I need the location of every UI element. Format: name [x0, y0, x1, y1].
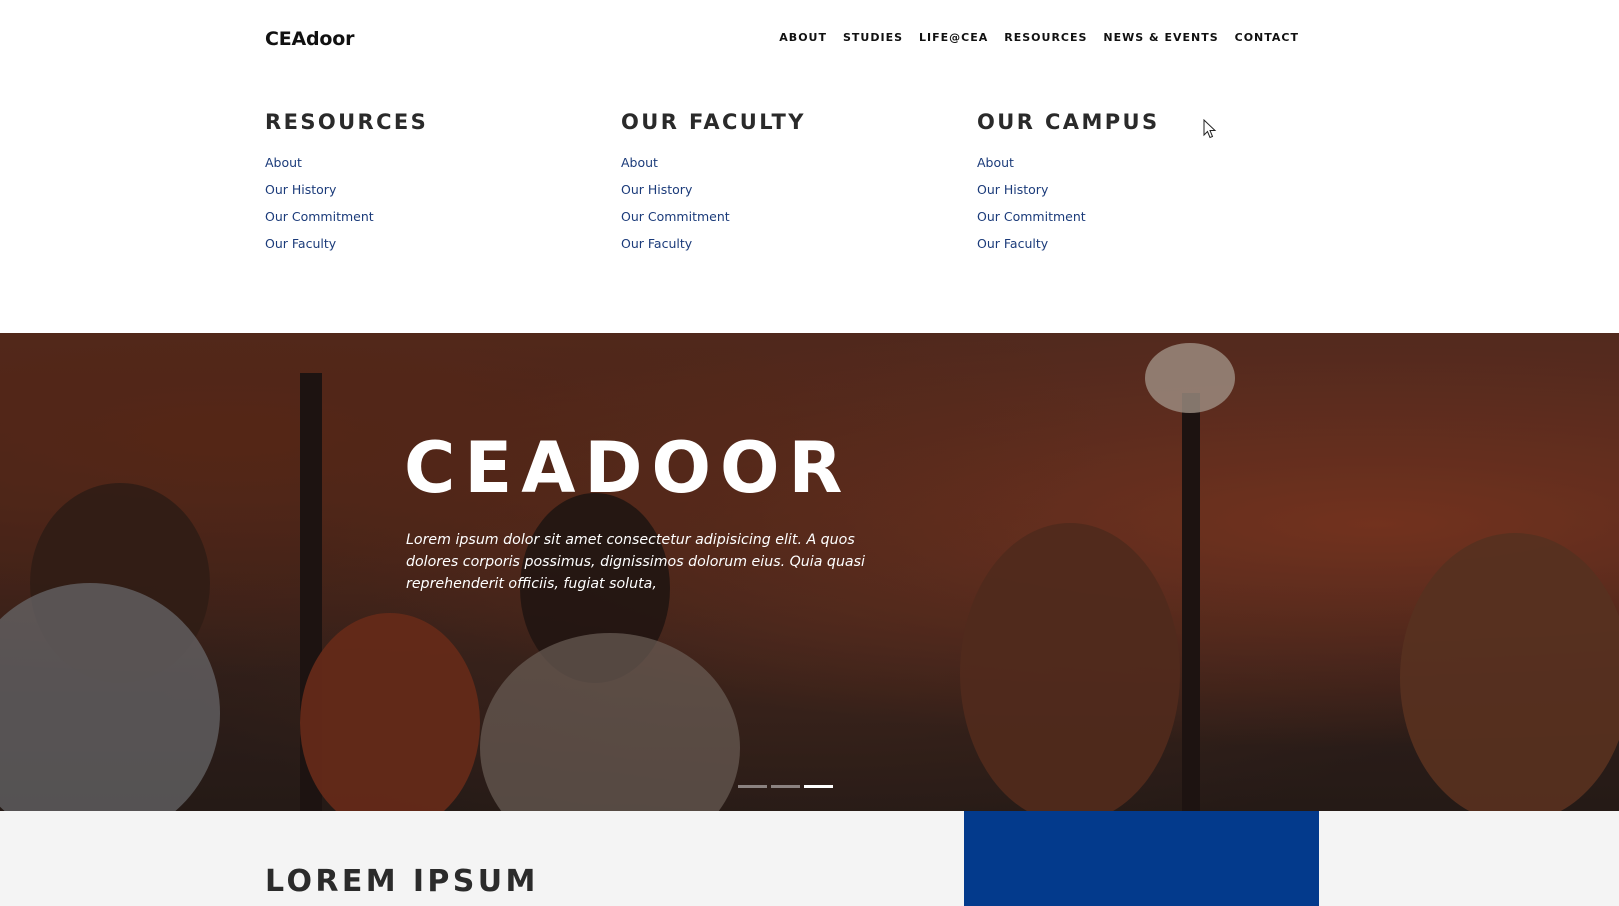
nav-resources[interactable]: RESOURCES [1004, 31, 1087, 44]
mega-link-our-faculty[interactable]: Our Faculty [265, 236, 336, 251]
mega-link-our-history[interactable]: Our History [621, 182, 692, 197]
mega-column-title: OUR CAMPUS [977, 110, 1160, 134]
mega-link-list: About Our History Our Commitment Our Fac… [977, 154, 1297, 253]
mega-link-our-faculty[interactable]: Our Faculty [621, 236, 692, 251]
blue-feature-panel [964, 811, 1319, 906]
slider-dot-2[interactable] [771, 785, 800, 788]
mega-link-list: About Our History Our Commitment Our Fac… [265, 154, 585, 253]
mega-link-our-history[interactable]: Our History [265, 182, 336, 197]
nav-news-events[interactable]: NEWS & EVENTS [1103, 31, 1218, 44]
mega-link-our-history[interactable]: Our History [977, 182, 1048, 197]
slider-pagination [738, 785, 833, 788]
intro-section: LOREM IPSUM [0, 811, 1619, 906]
mega-column-title: RESOURCES [265, 110, 429, 134]
nav-studies[interactable]: STUDIES [843, 31, 903, 44]
hero-slider: CEADOOR Lorem ipsum dolor sit amet conse… [0, 333, 1619, 811]
mega-link-about[interactable]: About [621, 155, 658, 170]
nav-about[interactable]: ABOUT [779, 31, 827, 44]
mega-link-our-commitment[interactable]: Our Commitment [265, 209, 374, 224]
site-logo[interactable]: CEAdoor [265, 28, 355, 50]
mega-menu: RESOURCES About Our History Our Commitme… [0, 80, 1619, 333]
slider-dot-3[interactable] [804, 785, 833, 788]
slider-dot-1[interactable] [738, 785, 767, 788]
hero-description: Lorem ipsum dolor sit amet consectetur a… [406, 532, 865, 592]
mega-link-our-commitment[interactable]: Our Commitment [977, 209, 1086, 224]
mega-column-title: OUR FACULTY [621, 110, 806, 134]
mega-link-our-commitment[interactable]: Our Commitment [621, 209, 730, 224]
mega-column-our-campus: OUR CAMPUS About Our History Our Commitm… [977, 110, 1297, 262]
mega-link-our-faculty[interactable]: Our Faculty [977, 236, 1048, 251]
section-heading: LOREM IPSUM [265, 864, 539, 899]
mega-link-about[interactable]: About [265, 155, 302, 170]
mega-column-our-faculty: OUR FACULTY About Our History Our Commit… [621, 110, 941, 262]
hero-title: CEADOOR [404, 427, 852, 509]
mega-column-resources: RESOURCES About Our History Our Commitme… [265, 110, 585, 262]
nav-contact[interactable]: CONTACT [1235, 31, 1299, 44]
mega-link-list: About Our History Our Commitment Our Fac… [621, 154, 941, 253]
mouse-cursor-icon [1203, 119, 1217, 139]
mega-link-about[interactable]: About [977, 155, 1014, 170]
nav-life-at-cea[interactable]: LIFE@CEA [919, 31, 988, 44]
main-nav: ABOUT STUDIES LIFE@CEA RESOURCES NEWS & … [779, 31, 1299, 44]
site-header: CEAdoor ABOUT STUDIES LIFE@CEA RESOURCES… [0, 0, 1619, 80]
